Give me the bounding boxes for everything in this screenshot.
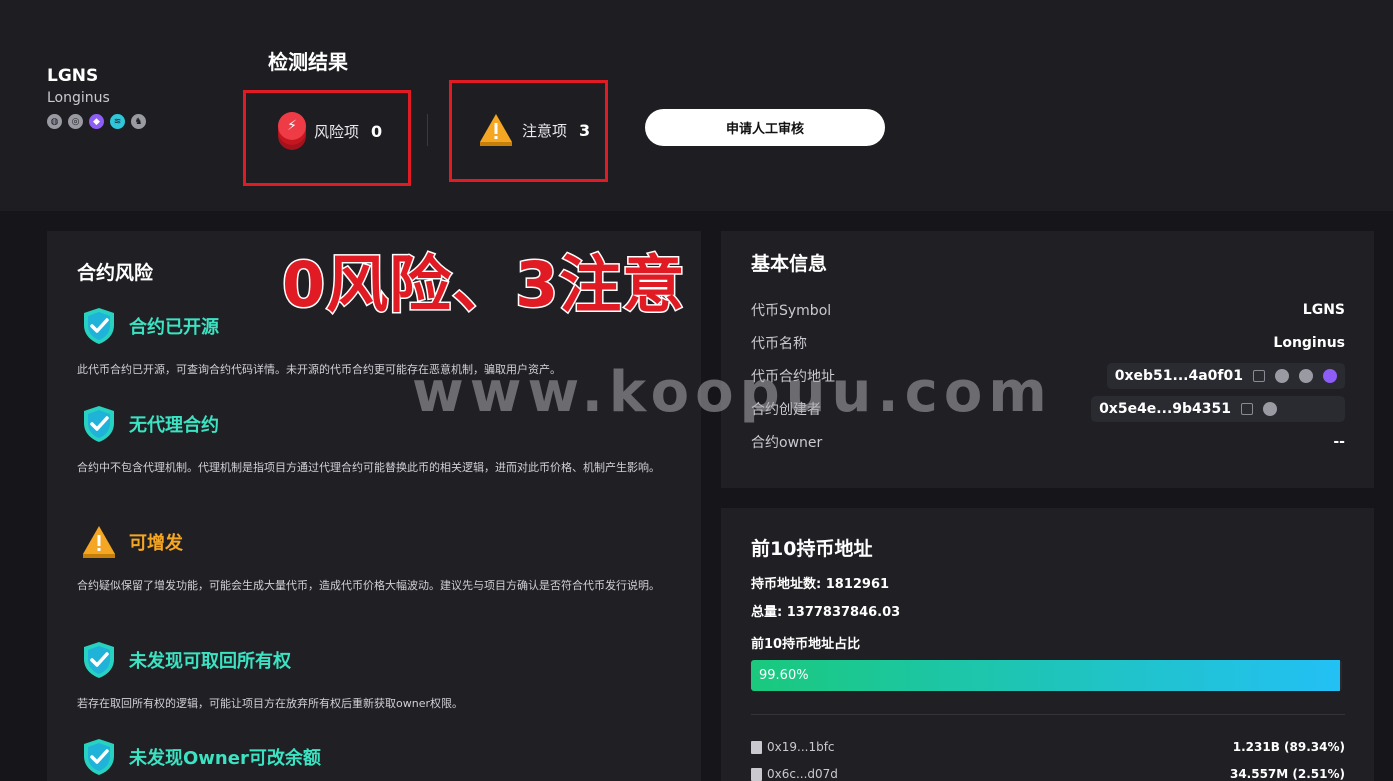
chain-icon-2[interactable]: ◎ [68,114,83,129]
name-value: Longinus [1273,335,1345,351]
check-desc: 合约疑似保留了增发功能，可能会生成大量代币，造成代币价格大幅波动。建议先与项目方… [77,579,660,592]
top-holders-title: 前10持币地址 [751,538,873,560]
scan-icon[interactable] [1299,369,1313,383]
notice-label: 注意项 [522,121,568,140]
check-title: 可增发 [129,533,183,554]
holder-amount: 34.557M (2.51%) [1229,767,1345,781]
annotation-headline: 0风险、3注意 [280,247,686,323]
risk-stat: ⚡ 风险项 0 [278,112,382,150]
check-title: 无代理合约 [129,415,219,436]
check-title: 合约已开源 [129,317,219,338]
info-row-symbol: 代币Symbol LGNS [751,298,1345,322]
notice-count: 3 [579,120,591,140]
token-symbol: LGNS [47,66,99,86]
token-name: Longinus [47,90,110,106]
top10-ratio-bar: 99.60% [751,660,1342,691]
file-icon [751,767,762,781]
holder-row[interactable]: 0x19...1bfc 1.231B (89.34%) [751,740,1345,754]
contract-risk-title: 合约风险 [77,262,154,284]
top10-ratio-text: 99.60% [759,668,809,683]
chain-icon-3[interactable]: ◆ [89,114,104,129]
warning-icon [480,114,512,146]
address-value[interactable]: 0xeb51...4a0f01 [1115,368,1243,384]
owner-value: -- [1333,434,1345,450]
check-title: 未发现Owner可改余额 [129,748,321,769]
copy-icon[interactable] [1241,403,1253,415]
warning-icon [83,526,115,558]
top10-ratio-label: 前10持币地址占比 [751,637,861,652]
risk-count: 0 [371,121,383,141]
risk-label: 风险项 [314,122,360,141]
top-bar: LGNS Longinus ◍ ◎ ◆ ≋ ♞ 检测结果 ⚡ 风险项 0 注意项… [0,0,1393,211]
shield-check-icon [84,739,114,775]
divider [751,714,1345,715]
creator-value[interactable]: 0x5e4e...9b4351 [1099,401,1231,417]
watermark: www.koopuu.com [412,360,1053,425]
check-desc: 若存在取回所有权的逻辑，可能让项目方在放弃所有权后重新获取owner权限。 [77,697,463,710]
copy-icon[interactable] [1253,370,1265,382]
holder-address[interactable]: 0x19...1bfc [767,740,835,754]
holder-amount: 1.231B (89.34%) [1232,740,1345,754]
holder-count: 持币地址数: 1812961 [751,577,890,592]
holder-row[interactable]: 0x6c...d07d 34.557M (2.51%) [751,767,1345,781]
holder-address[interactable]: 0x6c...d07d [767,767,838,781]
name-label: 代币名称 [751,336,807,352]
explorer-icon[interactable] [1263,402,1277,416]
shield-check-icon [84,406,114,442]
check-desc: 合约中不包含代理机制。代理机制是指项目方通过代理合约可能替换此币的相关逻辑，进而… [77,461,660,474]
file-icon [751,740,762,754]
result-title: 检测结果 [268,50,348,74]
check-title: 未发现可取回所有权 [129,651,291,672]
chain-icon[interactable] [1323,369,1337,383]
chain-icon-1[interactable]: ◍ [47,114,62,129]
chain-icon-4[interactable]: ≋ [110,114,125,129]
shield-check-icon [84,308,114,344]
basic-info-title: 基本信息 [751,253,828,275]
info-row-name: 代币名称 Longinus [751,331,1345,355]
shield-check-icon [84,642,114,678]
creator-pill: 0x5e4e...9b4351 [1091,396,1345,422]
chain-icons: ◍ ◎ ◆ ≋ ♞ [47,114,146,129]
symbol-value: LGNS [1302,302,1345,318]
info-row-owner: 合约owner -- [751,430,1345,454]
manual-review-button[interactable]: 申请人工审核 [645,109,885,146]
total-supply: 总量: 1377837846.03 [751,605,901,620]
stat-divider [427,114,428,146]
chain-icon-5[interactable]: ♞ [131,114,146,129]
symbol-label: 代币Symbol [751,303,832,319]
address-pill: 0xeb51...4a0f01 [1106,363,1345,389]
notice-stat: 注意项 3 [478,112,590,148]
top-holders-panel: 前10持币地址 持币地址数: 1812961 总量: 1377837846.03… [721,508,1374,781]
explorer-icon[interactable] [1275,369,1289,383]
top10-ratio-fill: 99.60% [751,660,1340,691]
owner-label: 合约owner [751,435,823,451]
risk-icon: ⚡ [278,112,306,150]
